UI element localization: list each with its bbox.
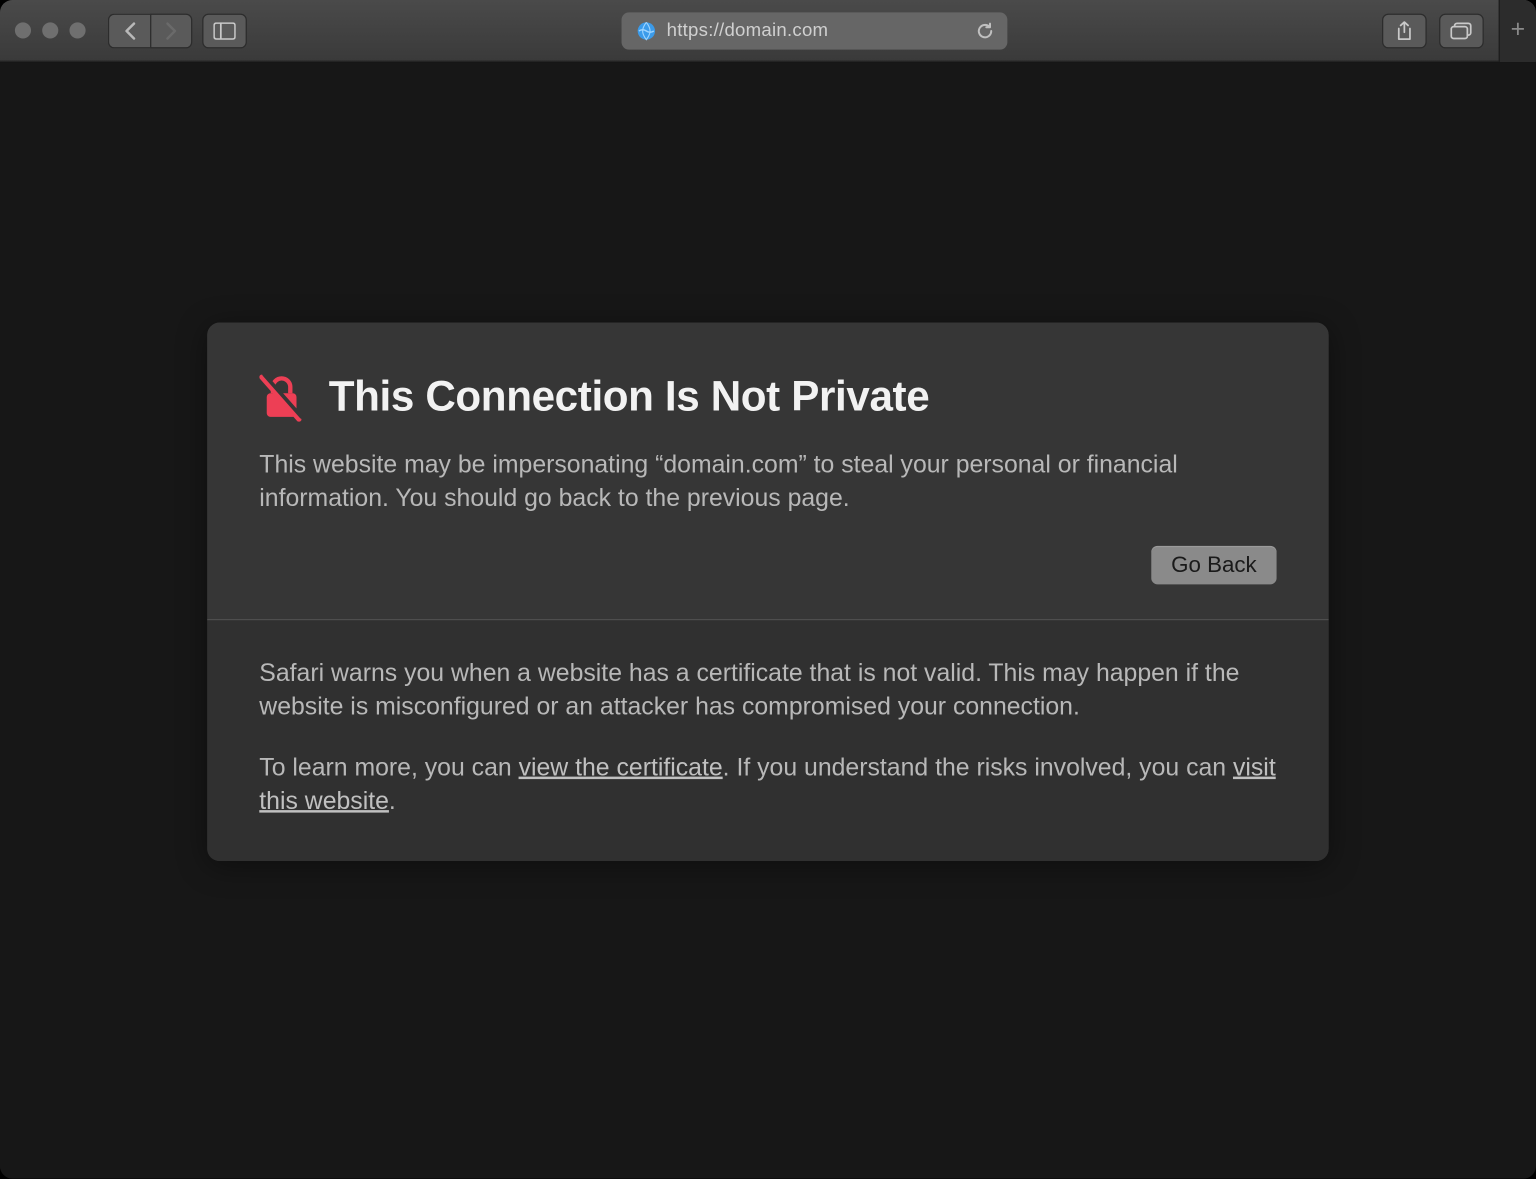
back-button[interactable] [108,13,150,48]
reload-icon [975,20,995,40]
minimize-window-button[interactable] [42,22,58,38]
chevron-right-icon [164,20,179,40]
warning-info-1: Safari warns you when a website has a ce… [259,658,1276,725]
warning-info-2: To learn more, you can view the certific… [259,752,1276,819]
nav-buttons [108,13,192,48]
window-controls [15,22,86,38]
new-tab-button[interactable]: + [1499,0,1536,61]
browser-window: https://domain.com + [0,0,1536,1179]
maximize-window-button[interactable] [69,22,85,38]
view-certificate-link[interactable]: view the certificate [519,754,723,781]
chevron-left-icon [122,20,137,40]
warning-panel: This Connection Is Not Private This webs… [207,323,1329,861]
lock-warning-icon [259,372,304,422]
share-button[interactable] [1382,13,1427,48]
plus-icon: + [1511,16,1525,45]
toolbar: https://domain.com + [0,0,1536,62]
close-window-button[interactable] [15,22,31,38]
tabs-button[interactable] [1439,13,1484,48]
warning-title: This Connection Is Not Private [329,373,930,421]
forward-button[interactable] [150,13,192,48]
address-bar[interactable]: https://domain.com [622,12,1007,49]
sidebar-icon [213,22,235,39]
page-content: This Connection Is Not Private This webs… [0,62,1536,1179]
sidebar-button[interactable] [202,13,247,48]
site-icon [637,20,657,40]
go-back-button[interactable]: Go Back [1151,546,1276,584]
tabs-icon [1450,22,1472,39]
url-text: https://domain.com [667,20,829,41]
warning-description: This website may be impersonating “domai… [259,449,1276,516]
reload-button[interactable] [975,20,995,40]
share-icon [1396,20,1413,40]
